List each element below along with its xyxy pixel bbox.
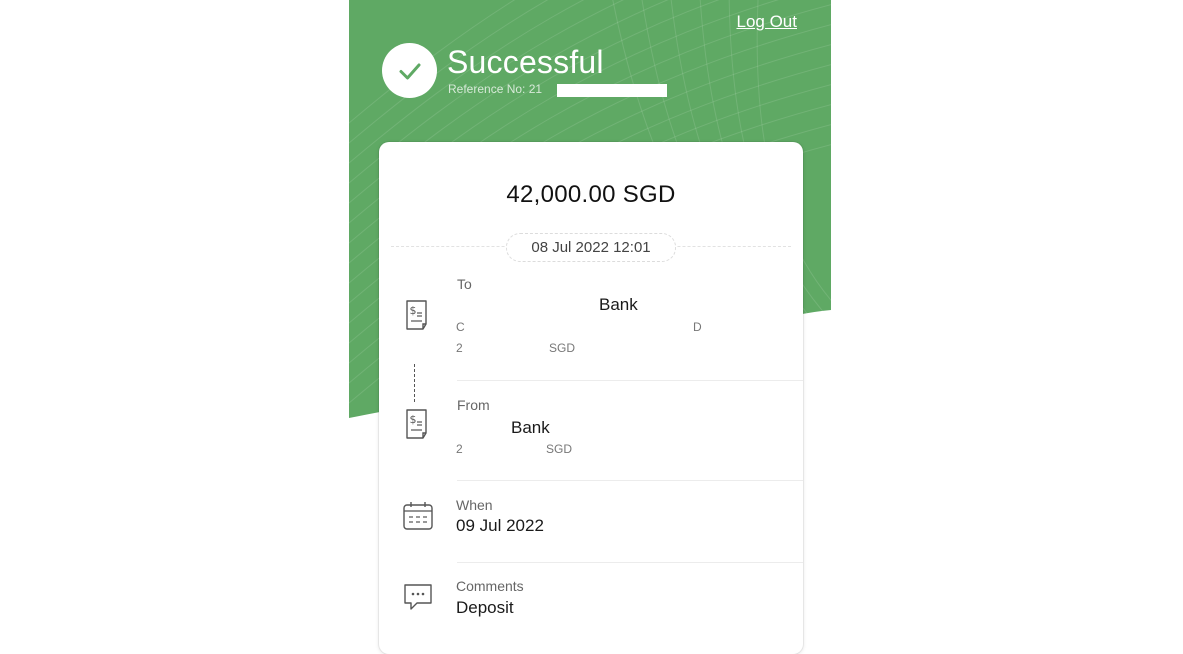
transfer-amount: 42,000.00 SGD — [506, 181, 676, 208]
calendar-icon — [403, 502, 433, 530]
status-title: Successful — [447, 44, 604, 80]
from-label: From — [457, 397, 490, 413]
screen: Log Out Successful Reference No: 21 42,0… — [0, 0, 1183, 654]
reference-redaction — [557, 84, 667, 97]
svg-text:$: $ — [410, 304, 417, 317]
to-bank-name: Bank — [599, 295, 638, 314]
to-balance-currency: SGD — [549, 341, 576, 355]
to-label: To — [457, 276, 472, 292]
row-divider — [457, 562, 803, 563]
svg-text:$: $ — [410, 413, 417, 426]
comments-value: Deposit — [456, 598, 514, 617]
success-badge — [382, 43, 437, 98]
to-balance-prefix: 2 — [456, 341, 463, 355]
receipt-dollar-icon: $ — [406, 409, 427, 439]
row-divider — [457, 380, 803, 381]
connector-line — [414, 364, 415, 402]
when-date: 09 Jul 2022 — [456, 516, 544, 535]
from-balance-currency: SGD — [546, 442, 573, 456]
comments-label: Comments — [456, 578, 524, 594]
when-label: When — [456, 497, 493, 513]
check-icon — [399, 63, 420, 79]
from-balance-prefix: 2 — [456, 442, 463, 456]
receipt-dollar-icon: $ — [406, 300, 427, 330]
app-view: Log Out Successful Reference No: 21 42,0… — [349, 0, 831, 654]
transfer-timestamp: 08 Jul 2022 12:01 — [506, 233, 676, 262]
from-bank-name: Bank — [511, 418, 550, 437]
chat-bubble-icon — [404, 584, 432, 610]
row-divider — [457, 480, 803, 481]
to-account-suffix: D — [693, 320, 702, 334]
logout-link[interactable]: Log Out — [737, 12, 798, 32]
to-account-prefix: C — [456, 320, 465, 334]
reference-number: Reference No: 21 — [448, 82, 543, 96]
receipt-card: 42,000.00 SGD 08 Jul 2022 12:01 $ To Ban… — [379, 142, 803, 654]
